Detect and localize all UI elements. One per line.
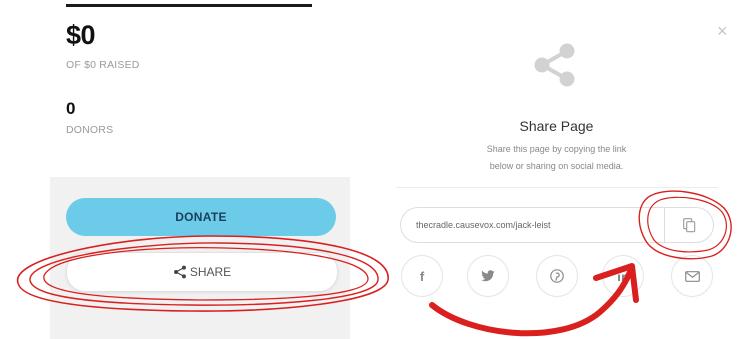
amount-raised: $0	[66, 20, 96, 50]
twitter-share-button[interactable]	[467, 255, 509, 297]
donors-count: 0	[66, 99, 76, 118]
pinterest-share-button[interactable]	[536, 255, 578, 297]
modal-divider	[396, 187, 718, 188]
modal-description-line: below or sharing on social media.	[489, 161, 624, 171]
donate-button-label: DONATE	[175, 210, 227, 224]
modal-description-line: Share this page by copying the link	[486, 144, 627, 154]
share-link-field[interactable]: thecradle.causevox.com/jack-leist	[400, 207, 714, 243]
copy-link-button[interactable]	[665, 208, 713, 242]
linkedin-icon	[617, 270, 628, 281]
donors-label: DONORS	[66, 124, 114, 136]
email-share-button[interactable]	[671, 255, 713, 297]
facebook-icon: f	[419, 268, 425, 284]
top-divider	[66, 4, 312, 7]
raised-label: OF $0 RAISED	[66, 59, 140, 71]
facebook-share-button[interactable]: f	[401, 255, 443, 297]
copy-icon	[682, 217, 695, 232]
modal-title: Share Page	[519, 118, 594, 134]
share-button[interactable]: SHARE	[66, 252, 338, 292]
share-modal: × Share Page Share this page by copying …	[378, 0, 737, 339]
close-icon[interactable]: ×	[717, 22, 728, 40]
share-icon-large	[534, 43, 575, 87]
linkedin-share-button[interactable]	[602, 255, 644, 297]
campaign-panel: $0 OF $0 RAISED 0 DONORS DONATE SHARE	[0, 0, 364, 339]
twitter-bird-icon	[481, 270, 495, 282]
share-icon	[173, 265, 186, 279]
envelope-icon	[684, 270, 700, 282]
modal-description: Share this page by copying the link belo…	[378, 141, 735, 175]
share-button-label: SHARE	[189, 265, 232, 279]
donate-button[interactable]: DONATE	[66, 198, 336, 236]
share-link-text[interactable]: thecradle.causevox.com/jack-leist	[416, 220, 551, 230]
pinterest-icon	[550, 269, 564, 283]
